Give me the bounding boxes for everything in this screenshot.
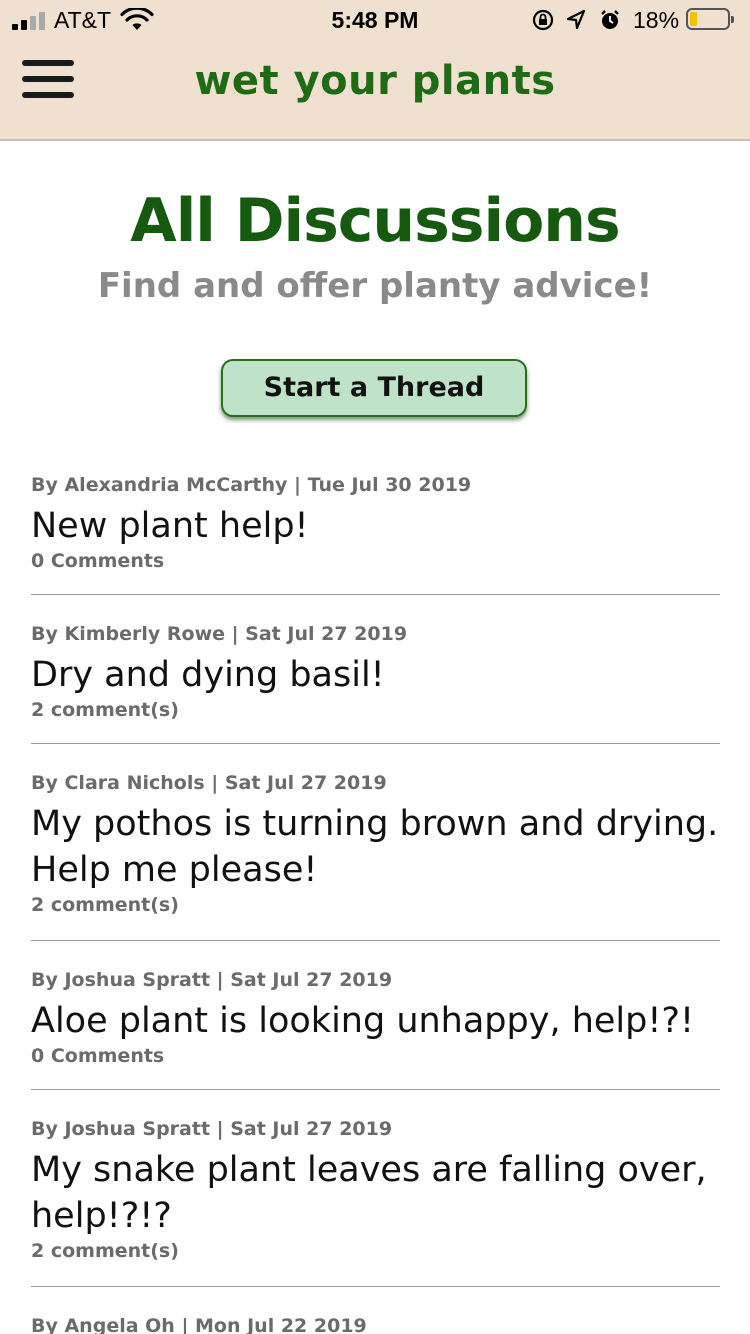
thread-item[interactable]: By Joshua Spratt | Sat Jul 27 2019 My sn… [31, 1117, 720, 1287]
thread-meta: By Joshua Spratt | Sat Jul 27 2019 [31, 1118, 393, 1140]
app-brand[interactable]: wet your plants [0, 58, 750, 104]
orientation-lock-icon [532, 9, 554, 31]
thread-comment-count: 2 comment(s) [31, 1240, 179, 1262]
thread-title[interactable]: New plant help! [31, 503, 720, 549]
thread-item[interactable]: By Kimberly Rowe | Sat Jul 27 2019 Dry a… [31, 622, 720, 744]
thread-item[interactable]: By Joshua Spratt | Sat Jul 27 2019 Aloe … [31, 968, 720, 1090]
alarm-icon [601, 10, 619, 29]
status-icons [532, 9, 619, 31]
status-bar: AT&T 5:48 PM 18% [0, 0, 750, 42]
thread-comment-count: 2 comment(s) [31, 894, 179, 916]
thread-meta: By Joshua Spratt | Sat Jul 27 2019 [31, 969, 393, 991]
thread-meta: By Alexandria McCarthy | Tue Jul 30 2019 [31, 474, 472, 496]
thread-title[interactable]: Dry and dying basil! [31, 652, 720, 698]
thread-item[interactable]: By Alexandria McCarthy | Tue Jul 30 2019… [31, 473, 720, 595]
thread-meta: By Kimberly Rowe | Sat Jul 27 2019 [31, 623, 408, 645]
battery-icon [686, 8, 734, 30]
battery-level-fill [690, 12, 697, 26]
start-thread-button[interactable]: Start a Thread [221, 359, 527, 417]
thread-comment-count: 0 Comments [31, 550, 165, 572]
thread-item[interactable]: By Angela Oh | Mon Jul 22 2019 [31, 1314, 720, 1334]
page-subtitle: Find and offer planty advice! [97, 266, 653, 306]
thread-title[interactable]: My snake plant leaves are falling over, … [31, 1147, 720, 1239]
page-title: All Discussions [130, 186, 620, 256]
app-header: AT&T 5:48 PM 18% wet your plants [0, 0, 750, 141]
thread-meta: By Angela Oh | Mon Jul 22 2019 [31, 1315, 367, 1334]
thread-comment-count: 0 Comments [31, 1045, 165, 1067]
battery-percent: 18% [633, 7, 680, 33]
location-icon [566, 9, 586, 30]
thread-meta: By Clara Nichols | Sat Jul 27 2019 [31, 772, 387, 794]
thread-title[interactable]: Aloe plant is looking unhappy, help!?! [31, 998, 720, 1044]
thread-comment-count: 2 comment(s) [31, 699, 179, 721]
thread-item[interactable]: By Clara Nichols | Sat Jul 27 2019 My po… [31, 771, 720, 941]
thread-title[interactable]: My pothos is turning brown and drying. H… [31, 801, 720, 893]
